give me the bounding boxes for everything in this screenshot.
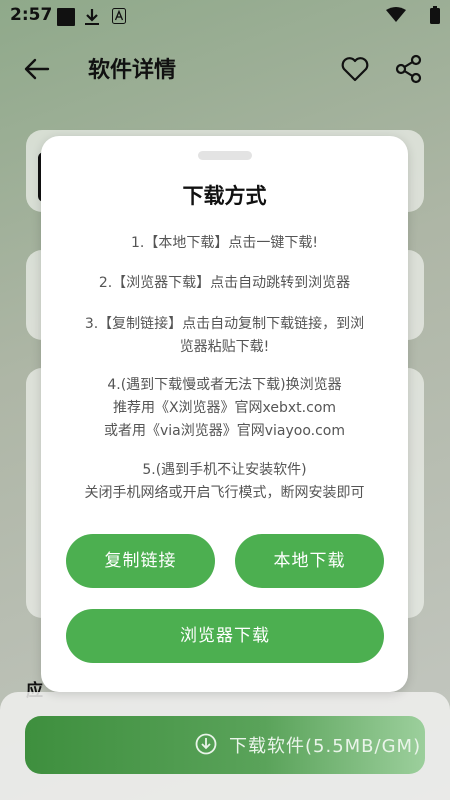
notification-square-icon: [57, 8, 75, 30]
instruction-line: 3.【复制链接】点击自动复制下载链接，到浏: [84, 316, 365, 332]
instruction-line: 览器粘贴下载!: [179, 339, 270, 355]
instruction-line: 或者用《via浏览器》官网viayoo.com: [103, 423, 346, 439]
share-icon: [395, 54, 422, 84]
instruction-line: 2.【浏览器下载】点击自动跳转到浏览器: [98, 275, 351, 291]
a-badge-icon: [112, 8, 126, 28]
status-bar: 2:57: [0, 0, 450, 32]
instruction-1: 1.【本地下载】点击一键下载!: [51, 232, 398, 255]
download-icon: [84, 8, 100, 30]
app-header: 软件详情: [0, 44, 450, 94]
instruction-5: 5.(遇到手机不让安装软件) 关闭手机网络或开启飞行模式，断网安装即可: [51, 459, 398, 505]
instruction-2: 2.【浏览器下载】点击自动跳转到浏览器: [51, 272, 398, 295]
bottom-download-button[interactable]: 下载软件(5.5MB/GM): [25, 716, 425, 774]
download-circle-icon: [195, 733, 217, 759]
instruction-3: 3.【复制链接】点击自动复制下载链接，到浏 览器粘贴下载!: [51, 313, 398, 359]
back-button[interactable]: [22, 54, 52, 84]
browser-download-button[interactable]: 浏览器下载: [66, 609, 384, 663]
download-method-dialog: 下载方式 1.【本地下载】点击一键下载! 2.【浏览器下载】点击自动跳转到浏览器…: [41, 136, 408, 692]
instruction-line: 5.(遇到手机不让安装软件): [142, 462, 307, 478]
back-arrow-icon: [24, 58, 50, 80]
bottom-download-label: 下载软件(5.5MB/GM): [229, 736, 422, 757]
favorite-button[interactable]: [340, 54, 370, 84]
wifi-icon: [386, 7, 406, 27]
instruction-line: 关闭手机网络或开启飞行模式，断网安装即可: [84, 485, 365, 501]
instruction-line: 4.(遇到下载慢或者无法下载)换浏览器: [107, 377, 342, 393]
page-title: 软件详情: [88, 58, 177, 83]
battery-icon: [430, 6, 440, 28]
instruction-line: 1.【本地下载】点击一键下载!: [131, 235, 318, 251]
share-button[interactable]: [394, 54, 424, 84]
dialog-title: 下载方式: [182, 184, 267, 208]
instruction-line: 推荐用《X浏览器》官网xebxt.com: [112, 400, 337, 416]
heart-icon: [341, 57, 369, 82]
status-time: 2:57: [10, 5, 53, 25]
local-download-button[interactable]: 本地下载: [235, 534, 384, 588]
instruction-4: 4.(遇到下载慢或者无法下载)换浏览器 推荐用《X浏览器》官网xebxt.com…: [51, 374, 398, 443]
copy-link-button[interactable]: 复制链接: [66, 534, 215, 588]
drag-handle[interactable]: [198, 151, 252, 160]
